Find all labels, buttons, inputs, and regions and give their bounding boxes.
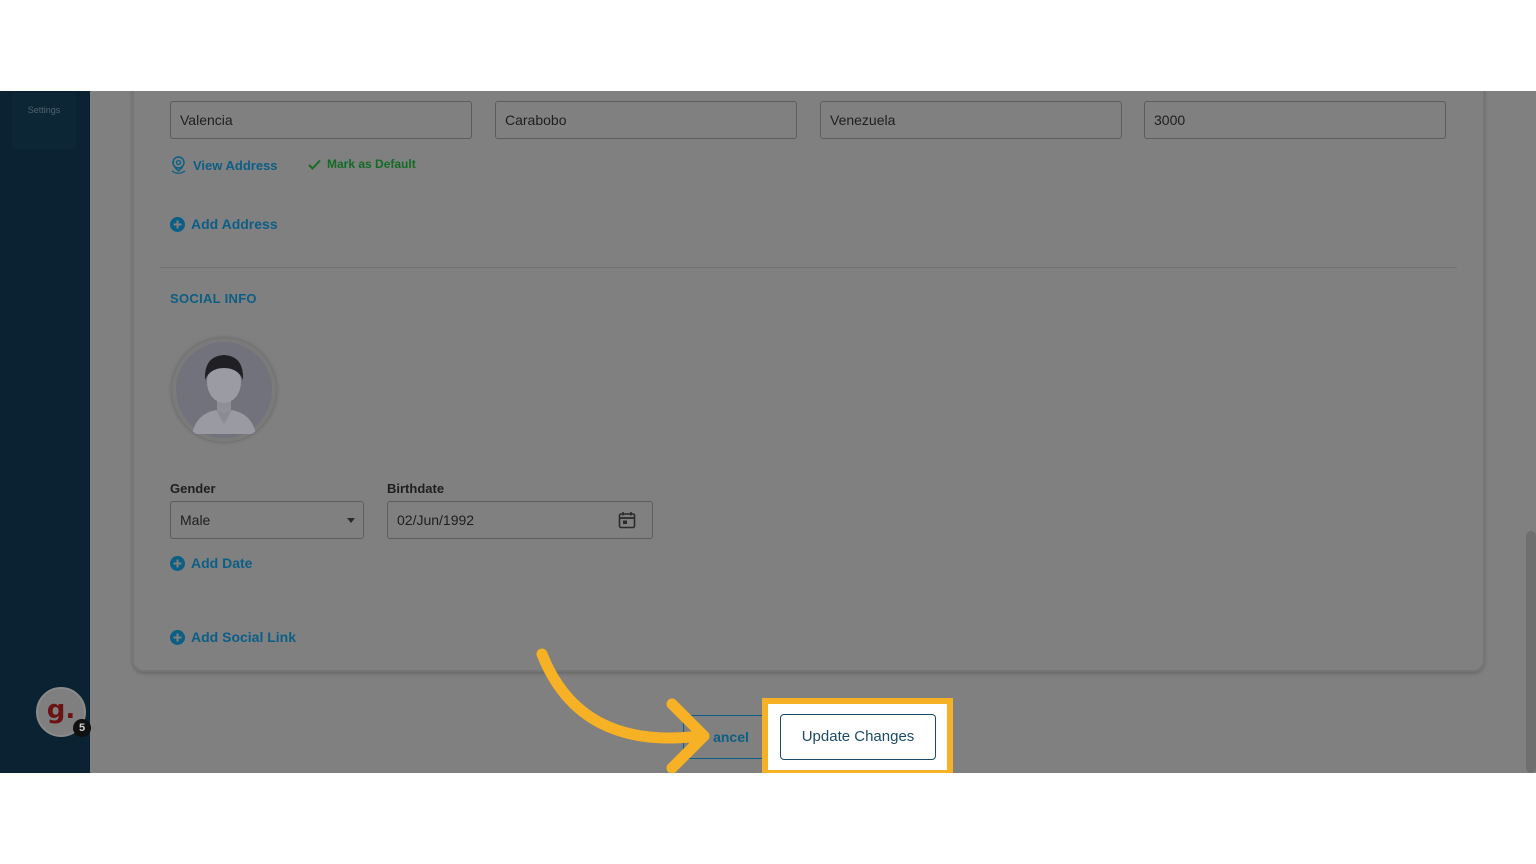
pointer-arrow-icon	[536, 648, 710, 773]
app-frame: Settings g. 5 Valencia Carabobo Venezuel…	[0, 91, 1536, 773]
scrollbar-thumb[interactable]	[1526, 531, 1536, 773]
